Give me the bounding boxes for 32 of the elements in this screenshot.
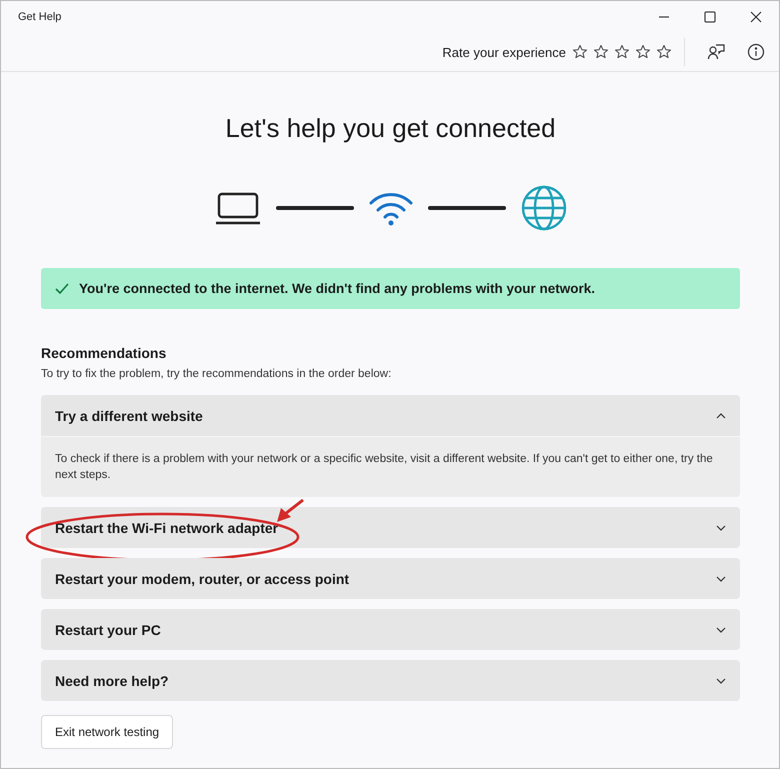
exit-button[interactable]: Exit network testing <box>41 715 174 749</box>
recommendation-title: Restart your PC <box>55 622 161 638</box>
accordion-header[interactable]: Restart your modem, router, or access point <box>41 558 740 599</box>
feedback-icon[interactable] <box>707 43 725 61</box>
star-icon[interactable] <box>656 44 672 60</box>
info-icon[interactable] <box>747 43 765 61</box>
chevron-up-icon <box>716 412 726 418</box>
section-subtitle: To try to fix the problem, try the recommendations in the order below: <box>41 368 392 380</box>
accordion-header[interactable]: Need more help? <box>41 660 740 701</box>
window-title: Get Help <box>18 11 62 23</box>
chevron-down-icon <box>716 678 726 684</box>
accordion-header[interactable]: Restart your PC <box>41 609 740 650</box>
laptop-icon <box>214 191 262 225</box>
page-heading: Let's help you get connected <box>224 113 557 144</box>
globe-icon <box>520 184 568 232</box>
recommendation-title: Try a different website <box>55 408 203 424</box>
star-icon[interactable] <box>614 44 630 60</box>
arrow <box>275 498 305 524</box>
checkmark-icon <box>55 283 69 294</box>
recommendation-text: To check if there is a problem with your network or a specific website, visit a different website. If you can't get to either one, try the next steps. <box>41 436 740 497</box>
star-icon[interactable] <box>635 44 651 60</box>
accordion-header[interactable]: Try a different website <box>41 395 740 436</box>
status-message: You're connected to the internet. We didn't find any problems with your network. <box>79 281 595 296</box>
chevron-down-icon <box>716 626 726 632</box>
chevron-down-icon <box>716 576 726 582</box>
rating-label: Rate your experience <box>442 44 566 60</box>
section-heading: Recommendations <box>41 345 168 361</box>
star-icon[interactable] <box>593 44 609 60</box>
chevron-down-icon <box>716 524 726 530</box>
recommendation-title: Need more help? <box>55 672 169 688</box>
star-icon[interactable] <box>572 44 588 60</box>
recommendation-title: Restart your modem, router, or access point <box>55 570 350 586</box>
